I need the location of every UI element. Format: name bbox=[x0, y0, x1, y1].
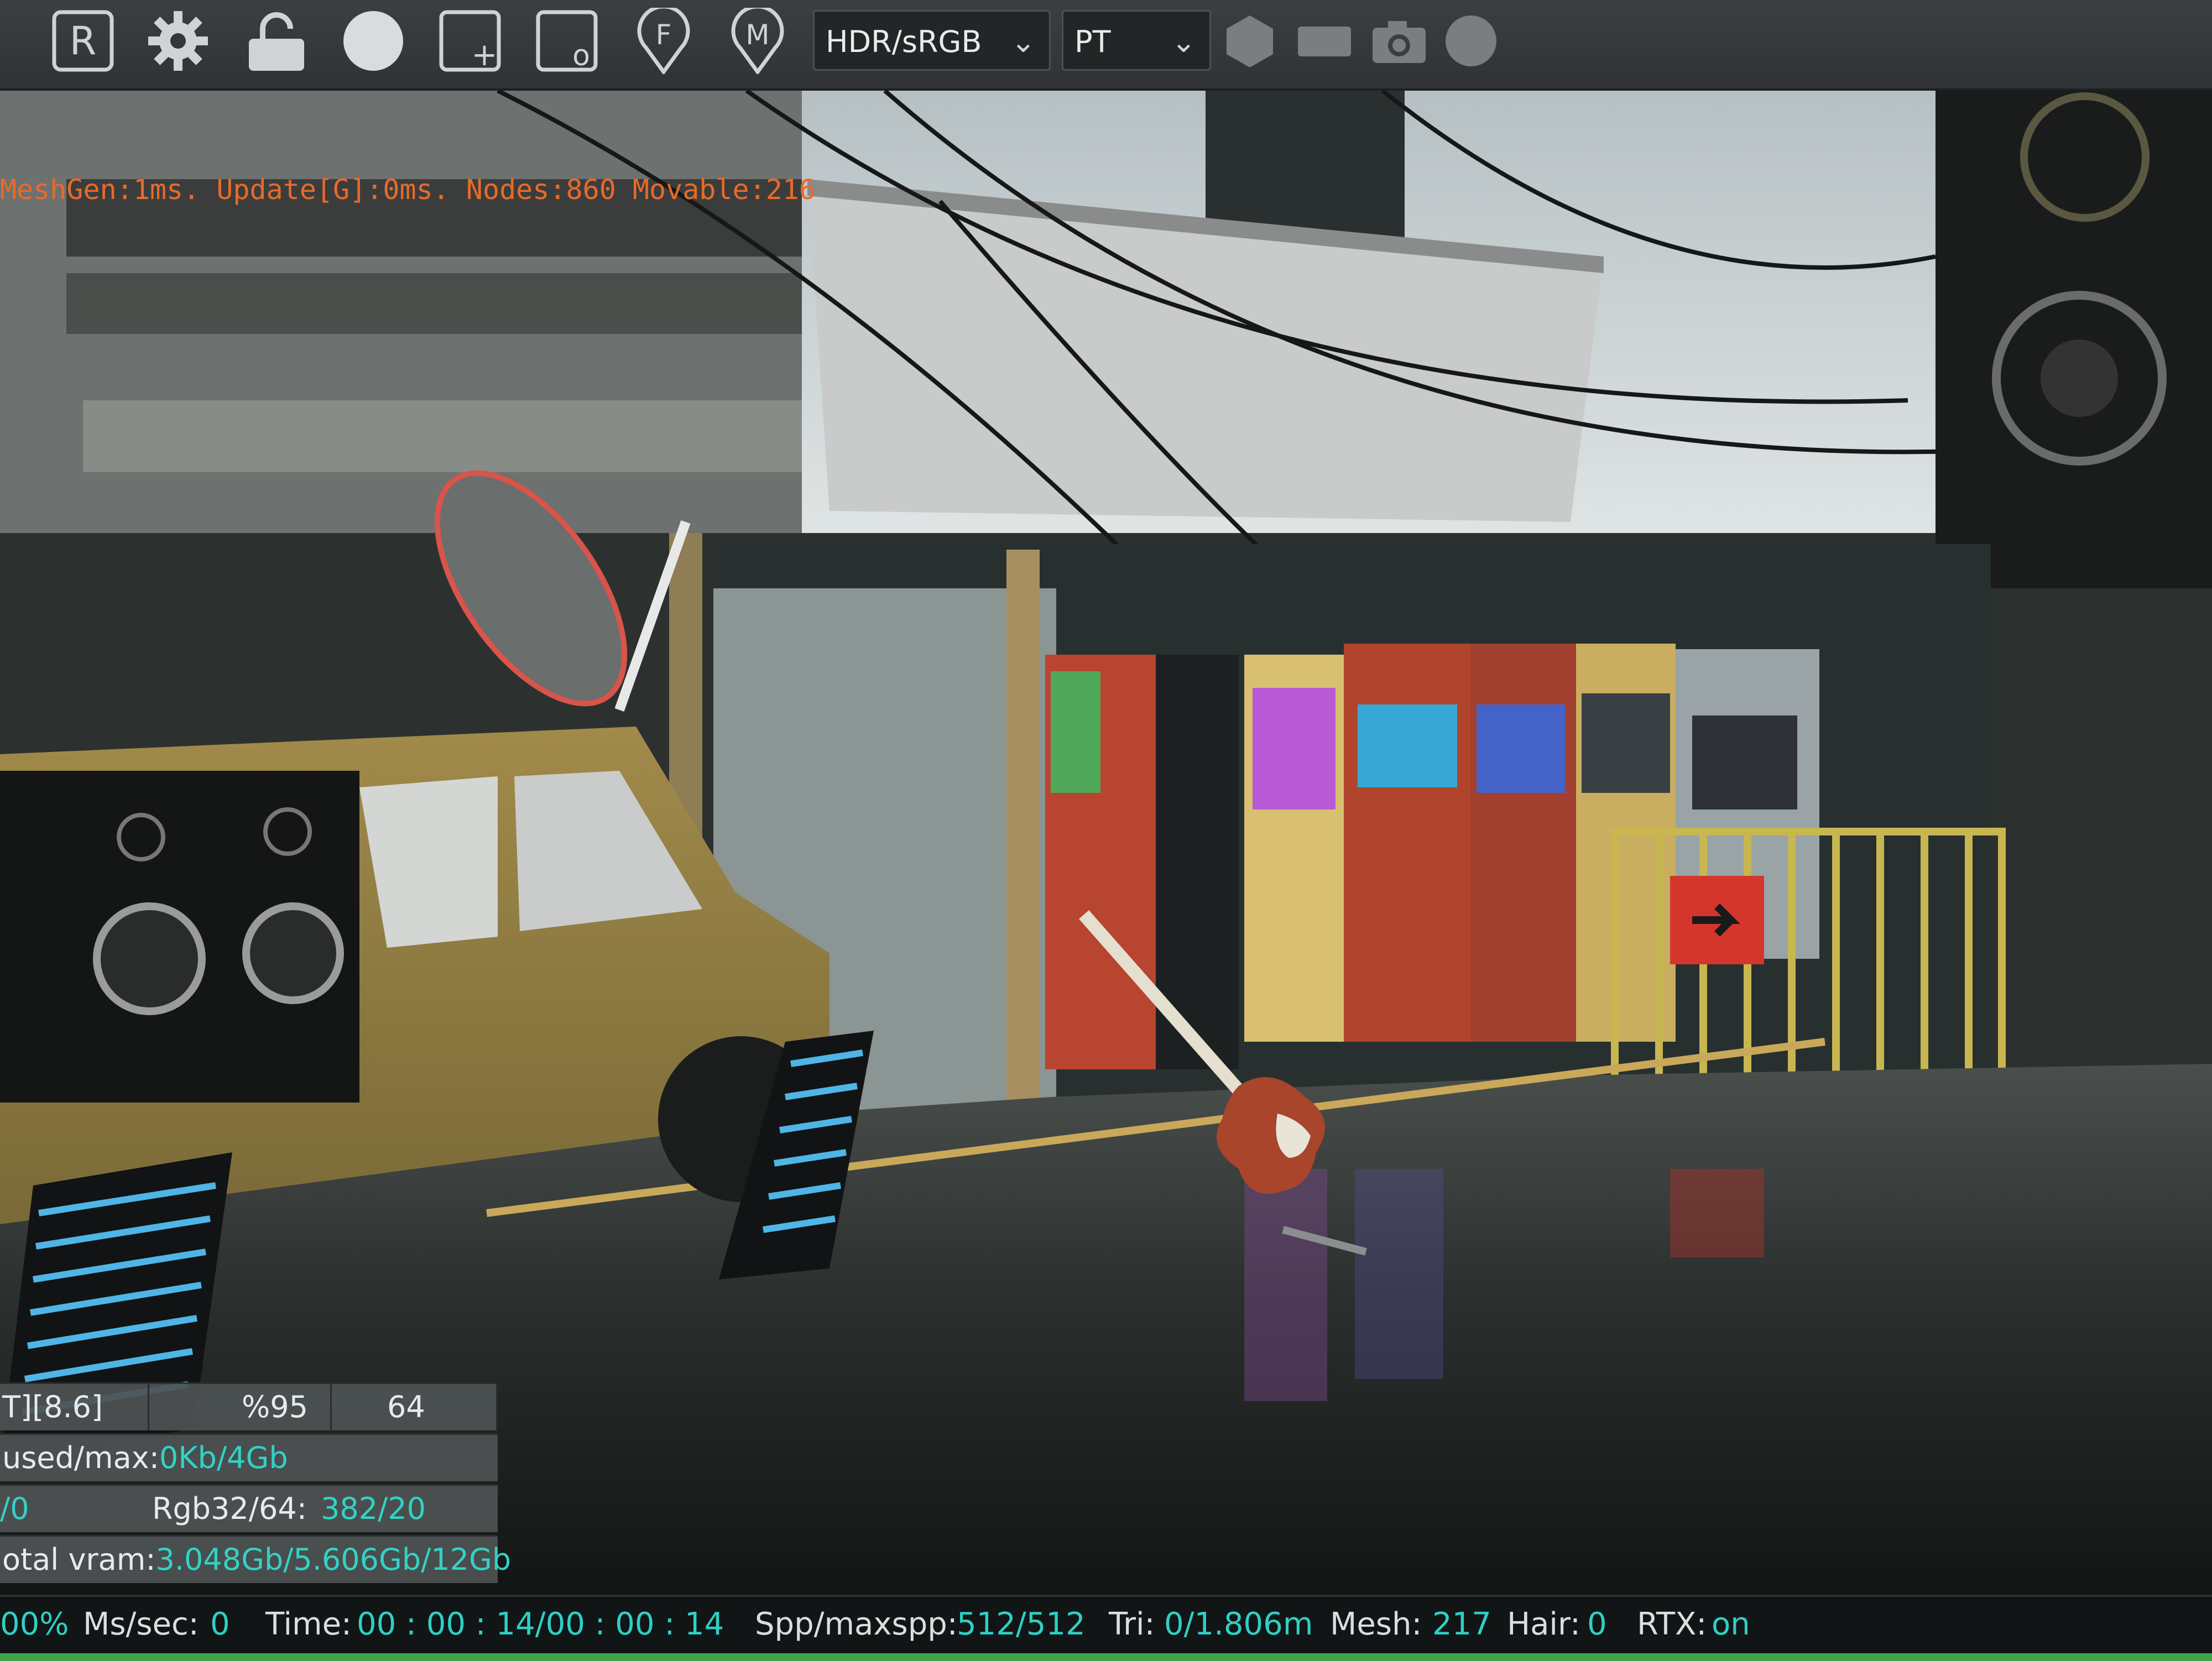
sphere-icon[interactable] bbox=[340, 8, 406, 74]
spp-value: 512/512 bbox=[957, 1606, 1086, 1642]
add-square-icon[interactable]: + bbox=[437, 8, 503, 74]
time-value: 00 : 00 : 14/00 : 00 : 14 bbox=[357, 1606, 724, 1642]
hair-value: 0 bbox=[1587, 1606, 1607, 1642]
status-bar: 00% Ms/sec: 0 Time: 00 : 00 : 14/00 : 00… bbox=[0, 1595, 2212, 1661]
panel-cell-mode: T][8.6] bbox=[0, 1384, 149, 1430]
mesh-value: 217 bbox=[1432, 1606, 1491, 1642]
render-mode-select[interactable]: PT ⌄ bbox=[1062, 10, 1211, 71]
panel-cell-count: 64 bbox=[332, 1384, 498, 1430]
tri-label: Tri: bbox=[1109, 1606, 1155, 1642]
pin-m-icon[interactable]: M bbox=[724, 8, 791, 74]
vram-value: 3.048Gb/5.606Gb/12Gb bbox=[155, 1542, 512, 1577]
panel-row-1: T][8.6] %95 64 bbox=[0, 1382, 498, 1430]
chevron-down-icon: ⌄ bbox=[1171, 24, 1196, 59]
color-mode-value: HDR/sRGB bbox=[826, 24, 982, 59]
panel-row-3: /0 Rgb32/64: 382/20 bbox=[0, 1484, 498, 1532]
progress-bar bbox=[0, 1653, 2212, 1661]
stats-line: MeshGen:1ms. Update[G]:0ms. Nodes:860 Mo… bbox=[0, 174, 816, 206]
svg-text:+: + bbox=[472, 37, 498, 73]
panel-row-2: used/max:0Kb/4Gb bbox=[0, 1433, 498, 1481]
render-scene bbox=[0, 91, 2212, 1595]
memory-used-label: used/max: bbox=[2, 1440, 159, 1475]
svg-text:R: R bbox=[70, 18, 97, 64]
memory-used-value: 0Kb/4Gb bbox=[159, 1440, 288, 1475]
spp-label: Spp/maxspp: bbox=[755, 1606, 958, 1642]
hair-label: Hair: bbox=[1507, 1606, 1580, 1642]
hexagon-icon[interactable] bbox=[1217, 8, 1283, 74]
rtx-label: RTX: bbox=[1637, 1606, 1707, 1642]
pin-f-icon[interactable]: F bbox=[630, 8, 697, 74]
ms-sec-label: Ms/sec: bbox=[83, 1606, 199, 1642]
panel-row-4: otal vram:3.048Gb/5.606Gb/12Gb bbox=[0, 1535, 511, 1583]
panel-row3-prefix: /0 bbox=[0, 1491, 29, 1526]
panel-cell-percent: %95 bbox=[149, 1384, 332, 1430]
rtx-value: on bbox=[1712, 1606, 1750, 1642]
mesh-label: Mesh: bbox=[1330, 1606, 1422, 1642]
render-viewport[interactable]: MeshGen:1ms. Update[G]:0ms. Nodes:860 Mo… bbox=[0, 91, 2212, 1595]
unlock-icon[interactable] bbox=[243, 8, 310, 74]
ms-sec-value: 0 bbox=[210, 1606, 230, 1642]
svg-text:M: M bbox=[745, 19, 769, 51]
object-square-icon[interactable]: o bbox=[534, 8, 600, 74]
render-stats-panel: T][8.6] %95 64 used/max:0Kb/4Gb /0 Rgb32… bbox=[0, 1382, 511, 1592]
circle-icon[interactable] bbox=[1438, 8, 1504, 74]
time-label: Time: bbox=[265, 1606, 352, 1642]
rgb-label: Rgb32/64: bbox=[152, 1491, 307, 1526]
camera-icon[interactable] bbox=[1366, 8, 1432, 74]
tri-value: 0/1.806m bbox=[1164, 1606, 1313, 1642]
progress-percent: 00% bbox=[0, 1606, 69, 1642]
toolbar: R + o F M HDR/sRGB ⌄ PT ⌄ bbox=[0, 0, 2212, 91]
color-mode-select[interactable]: HDR/sRGB ⌄ bbox=[813, 10, 1051, 71]
chevron-down-icon: ⌄ bbox=[1010, 24, 1036, 59]
rgb-value: 382/20 bbox=[321, 1491, 426, 1526]
svg-text:o: o bbox=[572, 39, 590, 72]
gear-icon[interactable] bbox=[145, 8, 211, 74]
render-mode-value: PT bbox=[1074, 24, 1111, 59]
reset-r-icon[interactable]: R bbox=[50, 8, 116, 74]
svg-text:F: F bbox=[656, 19, 672, 51]
rectangle-icon[interactable] bbox=[1291, 8, 1358, 74]
vram-label: otal vram: bbox=[2, 1542, 156, 1577]
